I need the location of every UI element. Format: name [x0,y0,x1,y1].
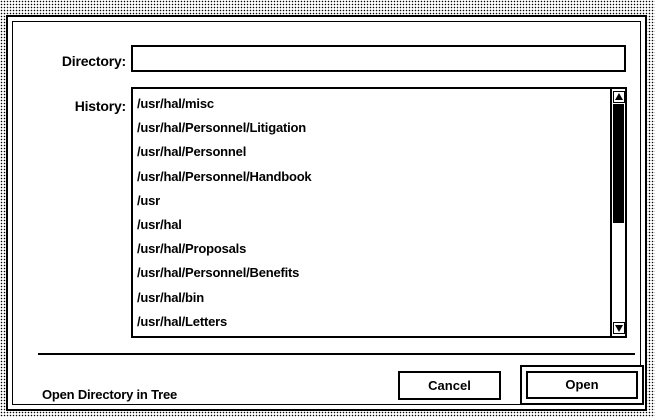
scroll-thumb[interactable] [613,104,624,224]
scroll-down-button[interactable] [613,322,625,334]
open-button-default-frame: Open [520,365,644,405]
history-item[interactable]: /usr/hal/Letters [137,310,625,334]
down-arrow-icon [615,325,623,332]
history-item[interactable]: /usr/hal [137,213,625,237]
history-items: /usr/hal/misc/usr/hal/Personnel/Litigati… [133,89,625,334]
history-item[interactable]: /usr/hal/bin [137,286,625,310]
directory-input[interactable] [131,45,626,72]
history-item[interactable]: /usr/hal/Proposals [137,237,625,261]
history-label: History: [74,98,126,114]
history-list[interactable]: /usr/hal/misc/usr/hal/Personnel/Litigati… [131,87,627,338]
history-item[interactable]: /usr/hal/Personnel [137,140,625,164]
history-item[interactable]: /usr/hal/Personnel/Litigation [137,116,625,140]
cancel-button[interactable]: Cancel [398,371,501,400]
up-arrow-icon [615,93,623,100]
history-item[interactable]: /usr/hal/Personnel/Handbook [137,165,625,189]
history-scrollbar[interactable] [610,89,625,336]
directory-label: Directory: [61,53,126,69]
history-item[interactable]: /usr/hal/Personnel/Benefits [137,261,625,285]
history-item[interactable]: /usr [137,189,625,213]
open-button[interactable]: Open [526,371,638,399]
status-text: Open Directory in Tree [42,387,178,402]
scroll-up-button[interactable] [613,91,625,103]
open-directory-dialog: Directory: History: /usr/hal/misc/usr/ha… [6,15,647,411]
history-item[interactable]: /usr/hal/misc [137,92,625,116]
separator-line [38,353,635,355]
